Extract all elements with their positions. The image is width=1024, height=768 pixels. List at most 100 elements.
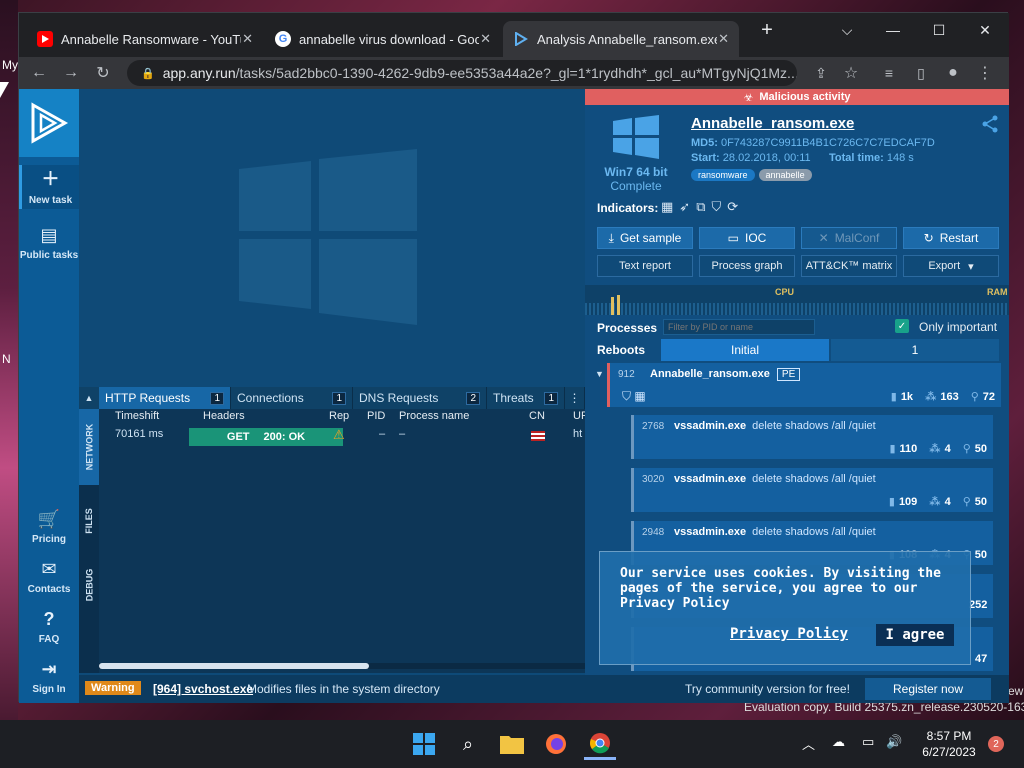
table-row[interactable]: 70161 ms GET 200: OK ⚠ – – ht [99, 427, 585, 447]
tab-threats[interactable]: Threats 1 [487, 387, 565, 409]
only-important-checkbox[interactable]: ✓ [895, 319, 909, 333]
process-stats: ▮ 110 ⁂ 4 ⚲ 50 [881, 442, 987, 456]
privacy-policy-link[interactable]: Privacy Policy [730, 626, 848, 642]
share-network-icon[interactable] [981, 115, 999, 133]
malconf-button[interactable]: ✕ MalConf [801, 227, 897, 249]
nav-label: Contacts [27, 584, 71, 595]
reboot-tab-1[interactable]: 1 [831, 339, 999, 361]
tab-http-requests[interactable]: HTTP Requests 1 [99, 387, 231, 409]
url-host: app.any.run [162, 65, 236, 81]
cloud-offline-icon[interactable]: ☁ [832, 734, 845, 750]
search-icon[interactable]: ⌕ [452, 728, 484, 760]
chrome-icon[interactable] [584, 728, 616, 760]
collapse-caret-icon[interactable]: ▼ [595, 369, 604, 379]
network-status-icon[interactable]: ▭ [862, 734, 874, 750]
close-icon[interactable]: ✕ [480, 31, 491, 47]
export-dropdown[interactable]: Export ▾ [903, 255, 999, 277]
clock-date[interactable]: 6/27/2023 [918, 745, 980, 759]
tab-files[interactable]: FILES [79, 489, 99, 553]
notification-badge[interactable]: 2 [988, 736, 1004, 752]
scrollbar-thumb[interactable] [99, 663, 369, 669]
warning-badge: Warning [85, 681, 141, 695]
reboot-tab-initial[interactable]: Initial [661, 339, 829, 361]
process-name: Annabelle_ransom.exe PE [650, 368, 801, 381]
rocket-indicator-icon[interactable]: ➶ [679, 199, 690, 215]
volume-icon[interactable]: 🔊 [886, 734, 902, 750]
address-bar[interactable]: 🔒 app.any.run/tasks/5ad2bbc0-1390-4262-9… [127, 60, 797, 86]
process-node[interactable]: 3020 vssadmin.exe delete shadows /all /qu… [631, 468, 993, 512]
tag-annabelle[interactable]: annabelle [758, 169, 812, 181]
vm-screen[interactable] [79, 89, 585, 389]
file-explorer-icon[interactable] [496, 728, 528, 760]
back-icon[interactable]: ← [27, 61, 51, 85]
wrench-icon: ✕ [818, 231, 829, 245]
tab-google[interactable]: G annabelle virus download - Goog ✕ [265, 21, 501, 57]
desktop-wallpaper-strip: My N [0, 0, 18, 720]
vtab-label: DEBUG [84, 568, 95, 602]
tab-debug[interactable]: DEBUG [79, 553, 99, 617]
process-node[interactable]: 912 Annabelle_ransom.exe PE ⛉ ▦ ▮ 1k ⁂ 163 ⚲… [607, 363, 1001, 407]
warning-icon: ⚠ [333, 427, 345, 442]
tab-network[interactable]: NETWORK [79, 409, 99, 485]
refresh-indicator-icon[interactable]: ⟳ [727, 199, 738, 215]
close-icon[interactable]: ✕ [718, 31, 729, 47]
side-panel-icon[interactable]: ▯ [909, 61, 933, 85]
restart-button[interactable]: ↻ Restart [903, 227, 999, 249]
sidebar-item-pricing[interactable]: 🛒 Pricing [19, 509, 79, 545]
forward-icon[interactable]: → [59, 61, 83, 85]
tab-search-dropdown[interactable]: ⌵ [825, 17, 869, 43]
http-method: GET [226, 431, 250, 443]
status-process-link[interactable]: [964] svchost.exe [153, 682, 253, 696]
attck-matrix-button[interactable]: ATT&CK™ matrix [801, 255, 897, 277]
collapse-up-icon[interactable]: ▲ [79, 387, 99, 409]
close-window-button[interactable]: ✕ [963, 17, 1007, 43]
horizontal-scrollbar[interactable] [99, 663, 585, 669]
more-options-icon[interactable]: ⋮ [565, 387, 585, 409]
text-report-button[interactable]: Text report [597, 255, 693, 277]
media-queue-icon[interactable]: ≡ [877, 61, 901, 85]
grid-indicator-icon[interactable]: ▦ [661, 199, 673, 215]
close-icon[interactable]: ✕ [242, 31, 253, 47]
start-button[interactable] [408, 728, 440, 760]
sidebar-item-faq[interactable]: ? FAQ [19, 609, 79, 645]
menu-kebab-icon[interactable]: ⋮ [973, 61, 997, 85]
bookmark-star-icon[interactable]: ☆ [839, 61, 863, 85]
sidebar-item-sign-in[interactable]: ⇥ Sign In [19, 659, 79, 695]
col-rep: Rep [329, 410, 350, 422]
get-sample-button[interactable]: ⤓ Get sample [597, 227, 693, 249]
maximize-button[interactable]: ☐ [917, 17, 961, 43]
i-agree-button[interactable]: I agree [876, 624, 954, 646]
tab-dns-requests[interactable]: DNS Requests 2 [353, 387, 487, 409]
process-filter-input[interactable] [663, 319, 815, 335]
col-headers: Headers [203, 410, 245, 422]
sidebar-item-public-tasks[interactable]: ▤ Public tasks [19, 225, 79, 261]
button-label: Restart [939, 231, 979, 245]
anyrun-page: ＋ New task ▤ Public tasks 🛒 Pricing ✉ Contac… [19, 89, 1009, 703]
ioc-button[interactable]: ▭ IOC [699, 227, 795, 249]
chevron-up-icon[interactable]: ︿ [802, 734, 815, 753]
tag-ransomware[interactable]: ransomware [691, 169, 755, 181]
shield-indicator-icon[interactable]: ⛉ [712, 199, 722, 215]
tab-youtube[interactable]: Annabelle Ransomware - YouTub ✕ [27, 21, 263, 57]
reload-icon[interactable]: ↻ [91, 61, 115, 85]
minimize-button[interactable]: — [871, 17, 915, 43]
sidebar-item-new-task[interactable]: ＋ New task [19, 165, 79, 209]
register-now-button[interactable]: Register now [865, 678, 991, 700]
clock-time[interactable]: 8:57 PM [918, 729, 980, 743]
tab-strip: Annabelle Ransomware - YouTub ✕ G annabe… [19, 13, 1009, 57]
tab-anyrun[interactable]: Analysis Annabelle_ransom.exe ( ✕ [503, 21, 739, 57]
profile-icon[interactable]: ● [941, 61, 965, 85]
new-tab-button[interactable]: + [745, 17, 789, 43]
total-label: Total time: [829, 152, 884, 164]
sidebar-item-contacts[interactable]: ✉ Contacts [19, 559, 79, 595]
firefox-icon[interactable] [540, 728, 572, 760]
file-name[interactable]: Annabelle_ransom.exe [691, 115, 854, 132]
request-status-pill[interactable]: GET 200: OK [189, 428, 343, 446]
share-icon[interactable]: ⇪ [809, 61, 833, 85]
process-node[interactable]: 2768 vssadmin.exe delete shadows /all /qu… [631, 415, 993, 459]
anyrun-logo[interactable] [19, 89, 79, 157]
process-graph-button[interactable]: Process graph [699, 255, 795, 277]
tab-connections[interactable]: Connections 1 [231, 387, 353, 409]
copy-indicator-icon[interactable]: ⧉ [696, 199, 705, 215]
sign-in-icon: ⇥ [41, 659, 57, 679]
